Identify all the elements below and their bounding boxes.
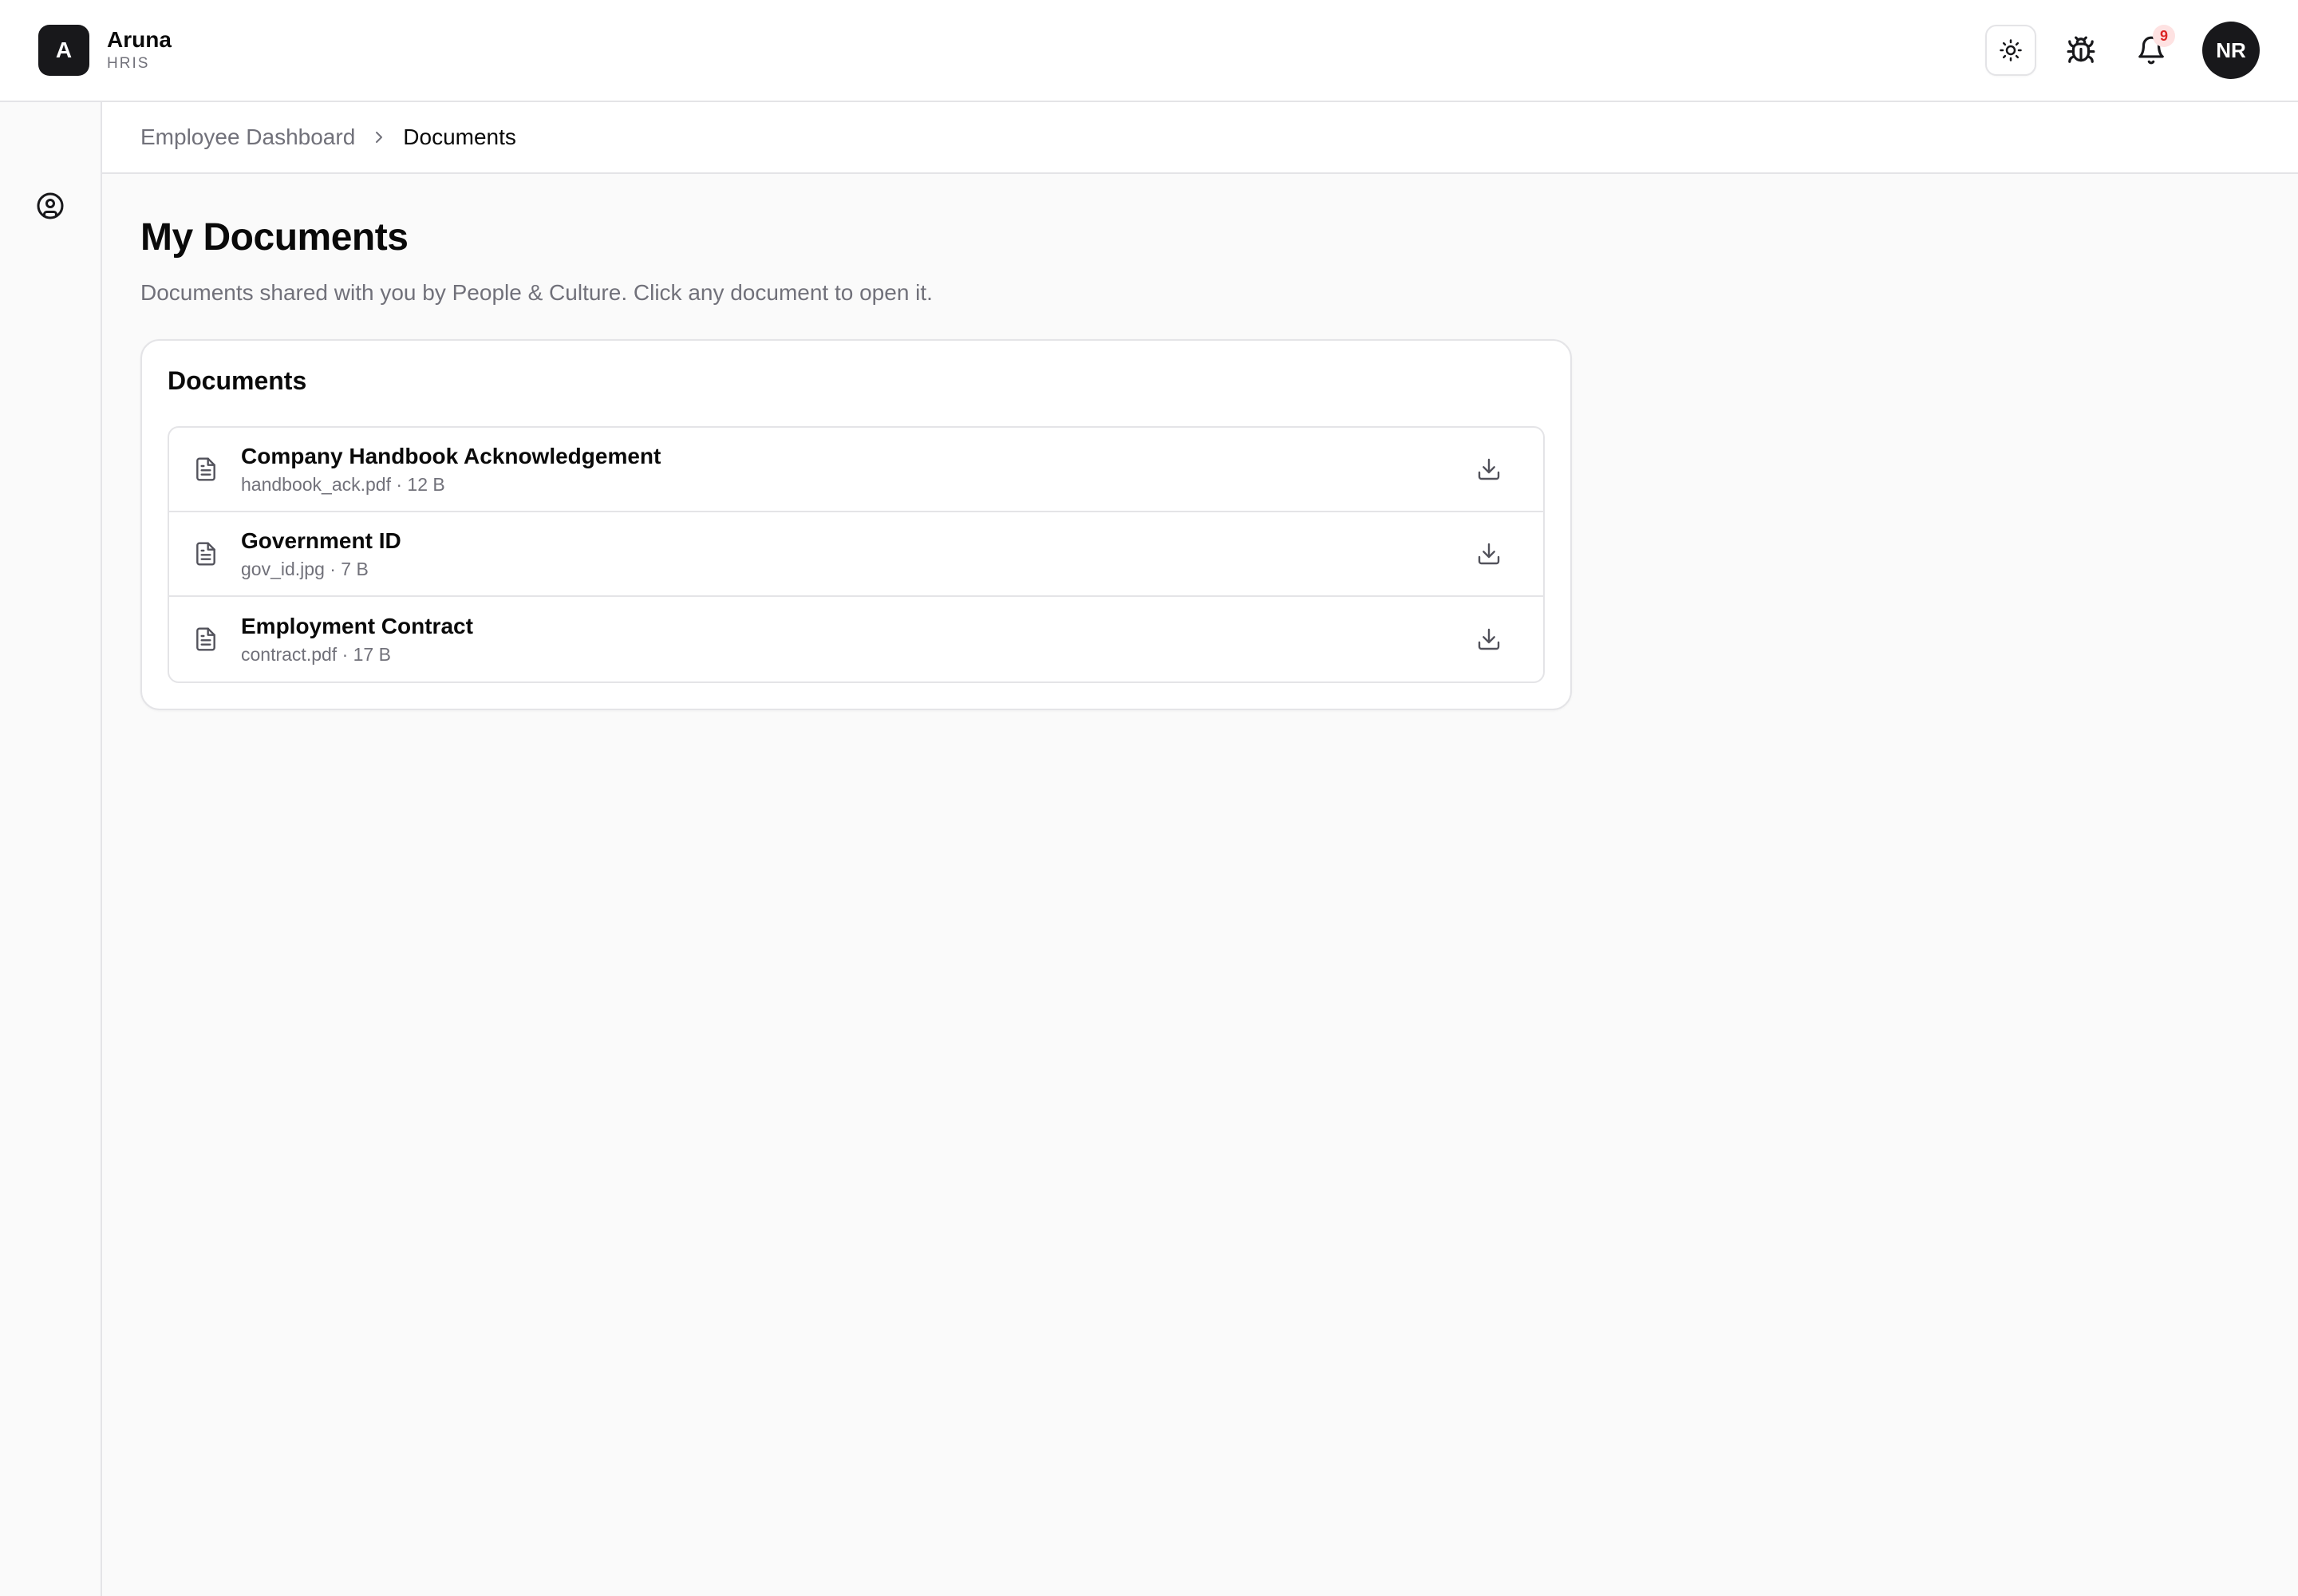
app-root: A Aruna HRIS 9 NR Employee Dashboard Doc… <box>0 0 2298 1596</box>
sun-icon <box>2000 39 2022 61</box>
document-meta: handbook_ack.pdf · 12 B <box>241 473 445 495</box>
notification-count-badge: 9 <box>2153 25 2175 47</box>
download-button[interactable] <box>1465 530 1513 578</box>
brand[interactable]: A Aruna HRIS <box>38 25 172 76</box>
document-info: Government ID gov_id.jpg · 7 B <box>241 528 1465 580</box>
brand-text: Aruna HRIS <box>107 27 172 73</box>
breadcrumb-link-employee-dashboard[interactable]: Employee Dashboard <box>140 124 355 150</box>
document-info: Company Handbook Acknowledgement handboo… <box>241 444 1465 496</box>
document-list: Company Handbook Acknowledgement handboo… <box>168 426 1545 683</box>
notifications-button[interactable]: 9 <box>2126 25 2177 76</box>
brand-name: Aruna <box>107 27 172 53</box>
theme-toggle-button[interactable] <box>1985 25 2036 76</box>
card-title: Documents <box>168 366 307 395</box>
download-icon <box>1478 628 1500 650</box>
top-actions: 9 NR <box>1985 22 2260 79</box>
documents-card: Documents Company Handbook Acknowledgeme… <box>140 339 1572 710</box>
breadcrumb: Employee Dashboard Documents <box>102 102 2298 174</box>
document-info: Employment Contract contract.pdf · 17 B <box>241 614 1465 666</box>
page-title: My Documents <box>140 216 409 259</box>
top-bar: A Aruna HRIS 9 NR <box>0 0 2298 102</box>
document-row[interactable]: Government ID gov_id.jpg · 7 B <box>169 512 1543 597</box>
sidebar-item-profile[interactable] <box>25 180 76 231</box>
main-content: My Documents Documents shared with you b… <box>140 174 2247 710</box>
document-name: Company Handbook Acknowledgement <box>241 443 661 468</box>
brand-logo: A <box>38 25 89 76</box>
user-circle-icon <box>37 192 64 219</box>
document-row[interactable]: Employment Contract contract.pdf · 17 B <box>169 597 1543 681</box>
user-avatar[interactable]: NR <box>2202 22 2260 79</box>
download-button[interactable] <box>1465 445 1513 493</box>
sidebar <box>0 102 102 1596</box>
page-subtitle: Documents shared with you by People & Cu… <box>140 280 933 305</box>
download-icon <box>1478 458 1500 480</box>
document-row[interactable]: Company Handbook Acknowledgement handboo… <box>169 428 1543 512</box>
brand-subtitle: HRIS <box>107 54 150 72</box>
breadcrumb-current: Documents <box>403 124 516 149</box>
document-name: Government ID <box>241 527 401 553</box>
file-text-icon <box>196 542 215 566</box>
download-icon <box>1478 543 1500 565</box>
file-text-icon <box>196 627 215 651</box>
download-button[interactable] <box>1465 615 1513 663</box>
chevron-right-icon <box>369 128 389 147</box>
bug-report-button[interactable] <box>2055 25 2106 76</box>
bug-icon <box>2067 36 2095 63</box>
document-meta: contract.pdf · 17 B <box>241 643 391 665</box>
document-meta: gov_id.jpg · 7 B <box>241 558 369 579</box>
file-text-icon <box>196 457 215 481</box>
document-name: Employment Contract <box>241 613 473 638</box>
